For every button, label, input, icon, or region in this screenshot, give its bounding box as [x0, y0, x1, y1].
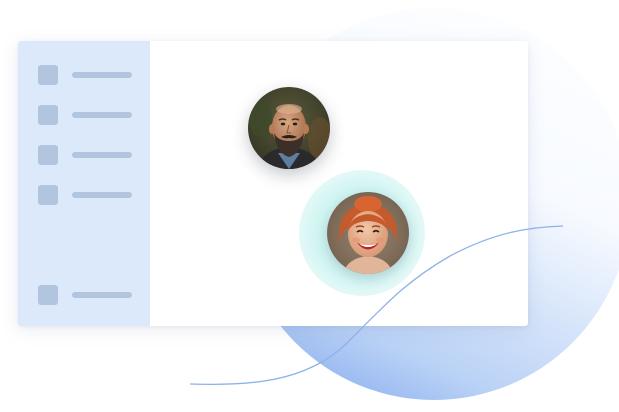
- sidebar-item-label-placeholder: [72, 192, 132, 198]
- sidebar-item-5[interactable]: [38, 285, 134, 305]
- smiling-redhead-woman-portrait: [327, 192, 409, 274]
- placeholder-square-icon: [38, 65, 58, 85]
- sidebar: [18, 41, 150, 326]
- bearded-man-avatar[interactable]: [248, 87, 330, 169]
- sidebar-item-1[interactable]: [38, 65, 134, 85]
- placeholder-square-icon: [38, 285, 58, 305]
- sidebar-item-label-placeholder: [72, 72, 132, 78]
- placeholder-square-icon: [38, 185, 58, 205]
- placeholder-square-icon: [38, 145, 58, 165]
- sidebar-item-2[interactable]: [38, 105, 134, 125]
- sidebar-item-label-placeholder: [72, 112, 132, 118]
- bearded-man-portrait: [248, 87, 330, 169]
- placeholder-square-icon: [38, 105, 58, 125]
- sidebar-item-4[interactable]: [38, 185, 134, 205]
- smiling-redhead-woman-avatar[interactable]: [327, 192, 409, 274]
- sidebar-item-3[interactable]: [38, 145, 134, 165]
- sidebar-item-label-placeholder: [72, 292, 132, 298]
- sidebar-item-label-placeholder: [72, 152, 132, 158]
- app-window: [18, 41, 528, 326]
